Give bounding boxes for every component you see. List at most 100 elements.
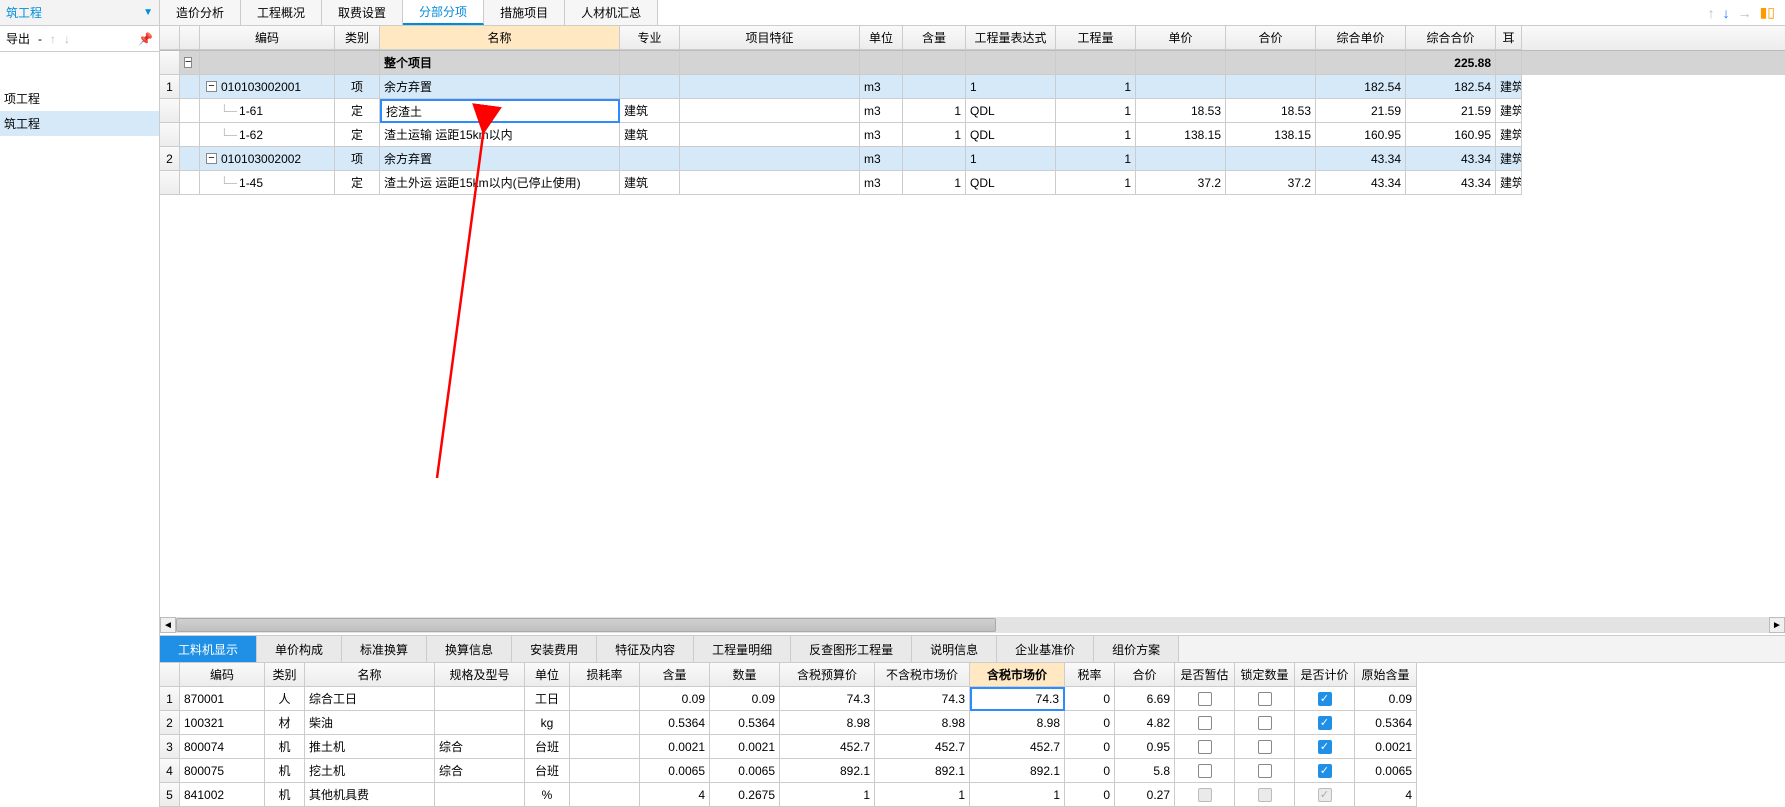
table-row[interactable]: └─1-45定渣土外运 运距15km以内(已停止使用)建筑m31QDL137.2… bbox=[160, 171, 1785, 195]
checkbox[interactable] bbox=[1198, 740, 1212, 754]
col-qty[interactable]: 工程量 bbox=[1056, 26, 1136, 50]
col-cprice[interactable]: 综合单价 bbox=[1316, 26, 1406, 50]
bcol-tmp[interactable]: 是否暂估 bbox=[1175, 663, 1235, 687]
checkbox[interactable] bbox=[1258, 692, 1272, 706]
top-grid-title-row[interactable]: − 整个项目 225.88 bbox=[160, 51, 1785, 75]
tab-4[interactable]: 措施项目 bbox=[484, 0, 565, 25]
bcol-code[interactable]: 编码 bbox=[180, 663, 265, 687]
bottom-tab-7[interactable]: 反查图形工程量 bbox=[791, 636, 912, 662]
tax-cell[interactable]: 452.7 bbox=[970, 735, 1065, 759]
bcol-name[interactable]: 名称 bbox=[305, 663, 435, 687]
tree-item[interactable]: 筑工程 bbox=[0, 111, 159, 136]
tab-1[interactable]: 工程概况 bbox=[241, 0, 322, 25]
nav-right-icon[interactable]: → bbox=[1738, 5, 1752, 21]
table-row[interactable]: └─1-61定挖渣土建筑m31QDL118.5318.5321.5921.59建… bbox=[160, 99, 1785, 123]
bottom-tab-9[interactable]: 企业基准价 bbox=[997, 636, 1094, 662]
checkbox[interactable] bbox=[1258, 716, 1272, 730]
left-up-icon[interactable]: ↑ bbox=[50, 32, 56, 46]
tax-cell[interactable]: 1 bbox=[970, 783, 1065, 807]
bcol-budget[interactable]: 含税预算价 bbox=[780, 663, 875, 687]
scroll-left-icon[interactable]: ◄ bbox=[160, 617, 176, 633]
bottom-tab-8[interactable]: 说明信息 bbox=[912, 636, 997, 662]
table-row[interactable]: └─1-62定渣土运输 运距15km以内建筑m31QDL1138.15138.1… bbox=[160, 123, 1785, 147]
export-label[interactable]: 导出 bbox=[6, 30, 30, 47]
bcol-content[interactable]: 含量 bbox=[640, 663, 710, 687]
col-total[interactable]: 合价 bbox=[1226, 26, 1316, 50]
bcol-rate[interactable]: 税率 bbox=[1065, 663, 1115, 687]
bcol-unit[interactable]: 单位 bbox=[525, 663, 570, 687]
bcol-model[interactable]: 规格及型号 bbox=[435, 663, 525, 687]
table-row[interactable]: 3800074机推土机综合台班0.00210.0021452.7452.7452… bbox=[160, 735, 1785, 759]
bcol-calc[interactable]: 是否计价 bbox=[1295, 663, 1355, 687]
bcol-notax[interactable]: 不含税市场价 bbox=[875, 663, 970, 687]
name-cell[interactable]: 余方弃置 bbox=[380, 147, 620, 171]
tab-0[interactable]: 造价分析 bbox=[160, 0, 241, 25]
collapse-icon[interactable]: − bbox=[184, 57, 192, 68]
col-price[interactable]: 单价 bbox=[1136, 26, 1226, 50]
tree-item[interactable]: 项工程 bbox=[0, 86, 159, 111]
nav-down-icon[interactable]: ↓ bbox=[1723, 5, 1730, 21]
col-ctotal[interactable]: 综合合价 bbox=[1406, 26, 1496, 50]
bottom-tab-4[interactable]: 安装费用 bbox=[512, 636, 597, 662]
checkbox[interactable] bbox=[1258, 740, 1272, 754]
col-spec[interactable]: 专业 bbox=[620, 26, 680, 50]
bottom-tab-6[interactable]: 工程量明细 bbox=[694, 636, 791, 662]
table-row[interactable]: 1870001人综合工日工日0.090.0974.374.374.306.690… bbox=[160, 687, 1785, 711]
table-row[interactable]: 5841002机其他机具费%40.267511100.274 bbox=[160, 783, 1785, 807]
bcol-lock[interactable]: 锁定数量 bbox=[1235, 663, 1295, 687]
h-scrollbar[interactable]: ◄ ► bbox=[160, 617, 1785, 633]
name-cell[interactable]: 渣土外运 运距15km以内(已停止使用) bbox=[380, 171, 620, 195]
bcol-qty[interactable]: 数量 bbox=[710, 663, 780, 687]
checkbox[interactable] bbox=[1198, 692, 1212, 706]
col-unit[interactable]: 单位 bbox=[860, 26, 903, 50]
scroll-right-icon[interactable]: ► bbox=[1769, 617, 1785, 633]
checkbox[interactable] bbox=[1198, 716, 1212, 730]
col-name[interactable]: 名称 bbox=[380, 26, 620, 50]
tax-cell[interactable]: 8.98 bbox=[970, 711, 1065, 735]
checkbox[interactable] bbox=[1318, 716, 1332, 730]
collapse-icon[interactable]: − bbox=[206, 153, 217, 164]
dropdown-icon[interactable]: ▼ bbox=[143, 7, 153, 18]
bottom-tab-1[interactable]: 单价构成 bbox=[257, 636, 342, 662]
checkbox[interactable] bbox=[1258, 764, 1272, 778]
table-row[interactable]: 2100321材柴油kg0.53640.53648.988.988.9804.8… bbox=[160, 711, 1785, 735]
table-row[interactable]: 4800075机挖土机综合台班0.00650.0065892.1892.1892… bbox=[160, 759, 1785, 783]
nav-up-icon[interactable]: ↑ bbox=[1708, 5, 1715, 21]
tax-cell[interactable]: 892.1 bbox=[970, 759, 1065, 783]
tab-5[interactable]: 人材机汇总 bbox=[565, 0, 658, 25]
tax-cell[interactable]: 74.3 bbox=[970, 687, 1065, 711]
bcol-loss[interactable]: 损耗率 bbox=[570, 663, 640, 687]
bottom-tab-3[interactable]: 换算信息 bbox=[427, 636, 512, 662]
bcol-orig[interactable]: 原始含量 bbox=[1355, 663, 1417, 687]
name-cell[interactable]: 挖渣土 bbox=[380, 99, 620, 123]
col-content[interactable]: 含量 bbox=[903, 26, 966, 50]
project-title: 整个项目 bbox=[380, 51, 620, 75]
bottom-tab-0[interactable]: 工料机显示 bbox=[160, 636, 257, 662]
scroll-thumb[interactable] bbox=[176, 618, 996, 632]
bcol-tax[interactable]: 含税市场价 bbox=[970, 663, 1065, 687]
table-row[interactable]: 2−010103002002项余方弃置m31143.3443.34建筑 bbox=[160, 147, 1785, 171]
tab-2[interactable]: 取费设置 bbox=[322, 0, 403, 25]
bottom-tab-5[interactable]: 特征及内容 bbox=[597, 636, 694, 662]
bcol-cat[interactable]: 类别 bbox=[265, 663, 305, 687]
checkbox[interactable] bbox=[1318, 764, 1332, 778]
col-last[interactable]: 耳 bbox=[1496, 26, 1522, 50]
bcol-total[interactable]: 合价 bbox=[1115, 663, 1175, 687]
col-feat[interactable]: 项目特征 bbox=[680, 26, 860, 50]
checkbox[interactable] bbox=[1318, 740, 1332, 754]
col-expr[interactable]: 工程量表达式 bbox=[966, 26, 1056, 50]
col-code[interactable]: 编码 bbox=[200, 26, 335, 50]
checkbox[interactable] bbox=[1318, 692, 1332, 706]
table-row[interactable]: 1−010103002001项余方弃置m311182.54182.54建筑 bbox=[160, 75, 1785, 99]
collapse-icon[interactable]: − bbox=[206, 81, 217, 92]
bottom-tab-2[interactable]: 标准换算 bbox=[342, 636, 427, 662]
tab-3[interactable]: 分部分项 bbox=[403, 0, 484, 25]
sidebar-toggle-icon[interactable]: ▮▯ bbox=[1760, 4, 1775, 21]
pin-icon[interactable]: 📌 bbox=[138, 32, 153, 46]
name-cell[interactable]: 余方弃置 bbox=[380, 75, 620, 99]
name-cell[interactable]: 渣土运输 运距15km以内 bbox=[380, 123, 620, 147]
left-down-icon[interactable]: ↓ bbox=[64, 32, 70, 46]
checkbox[interactable] bbox=[1198, 764, 1212, 778]
bottom-tab-10[interactable]: 组价方案 bbox=[1094, 636, 1179, 662]
col-cat[interactable]: 类别 bbox=[335, 26, 380, 50]
